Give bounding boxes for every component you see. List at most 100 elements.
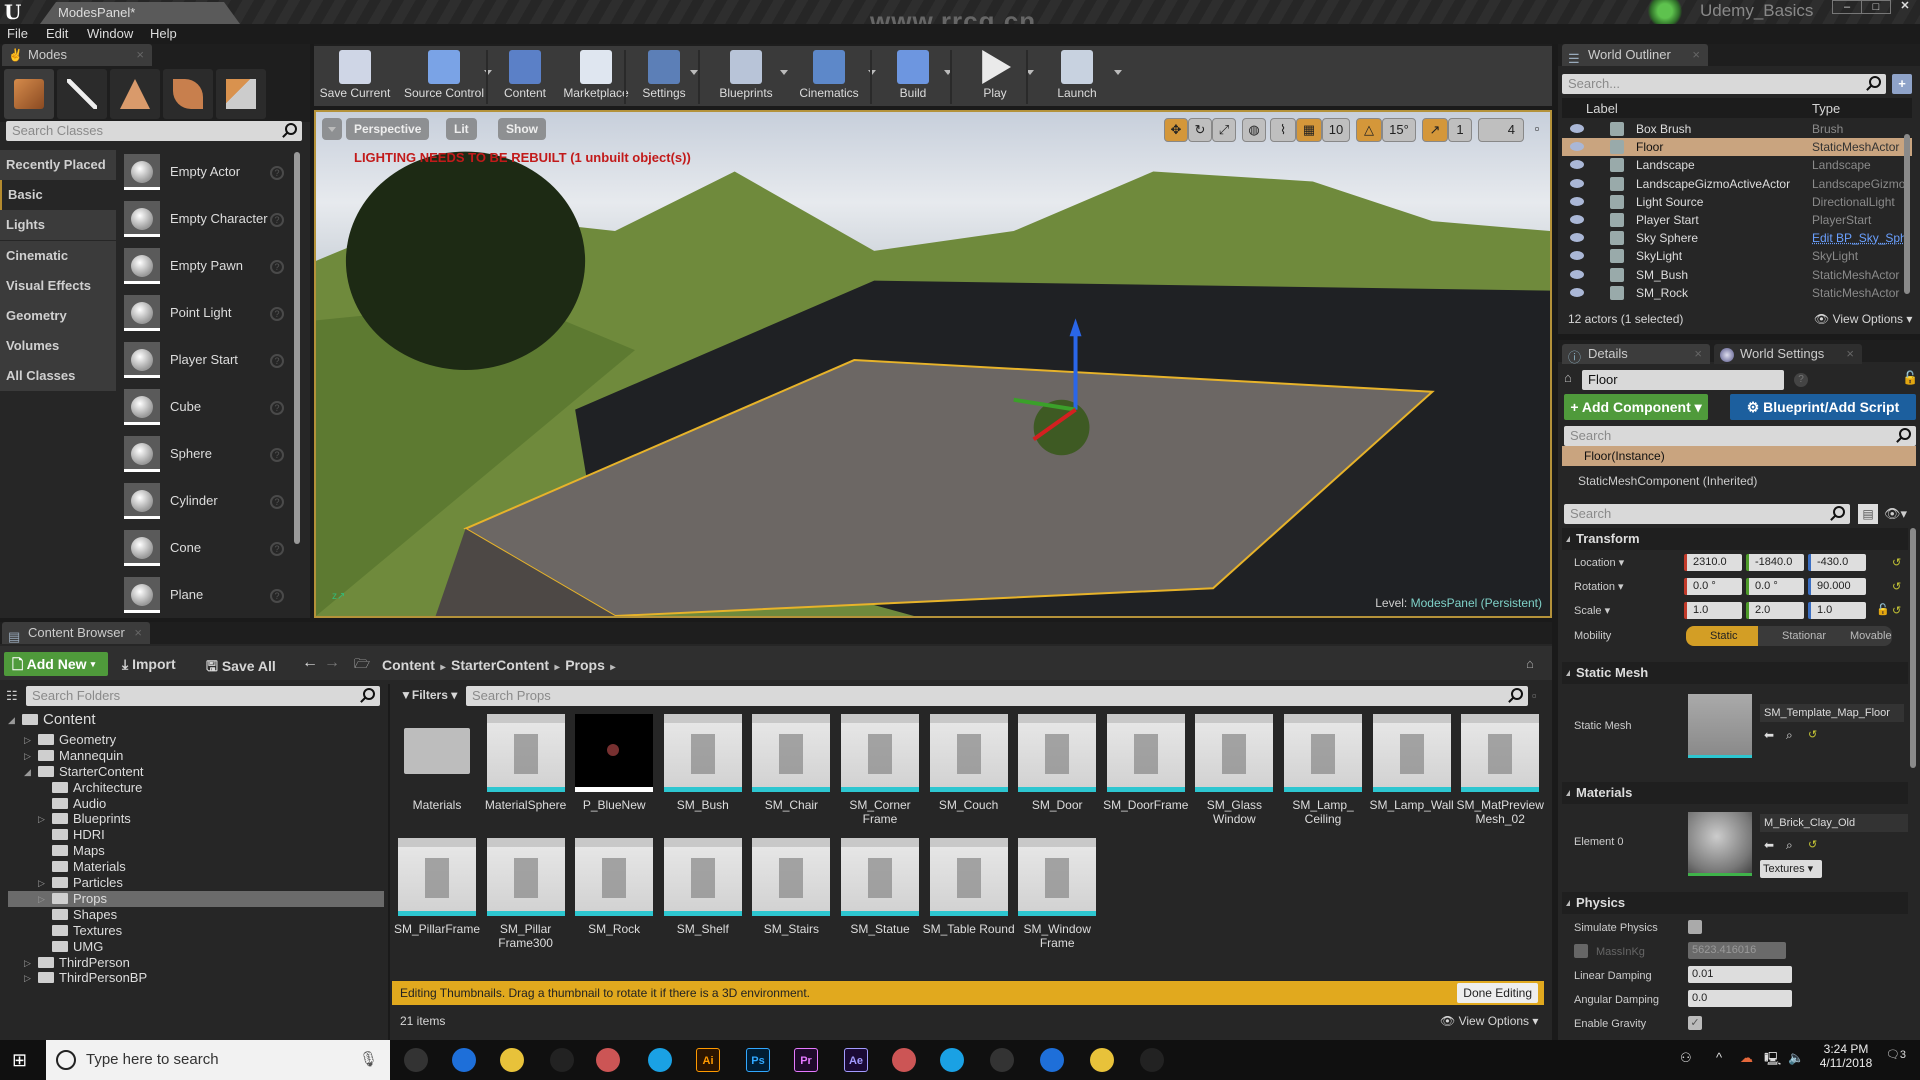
asset-tile[interactable]: SM_Bush	[663, 714, 742, 834]
collapsed-arrow-icon[interactable]: ▷	[24, 970, 31, 986]
visibility-eye-icon[interactable]	[1570, 160, 1584, 170]
breadcrumb-item[interactable]: StarterContent	[451, 657, 549, 673]
taskbar-app-task-view-icon[interactable]	[404, 1048, 428, 1072]
translate-mode-button[interactable]: ✥	[1164, 118, 1188, 142]
taskbar-app-app-icon[interactable]	[1040, 1048, 1064, 1072]
mode-category-item[interactable]: Lights	[0, 210, 116, 241]
action-center-icon[interactable]: 🗨3	[1884, 1048, 1908, 1070]
mode-category-item[interactable]: Recently Placed	[0, 150, 116, 180]
visibility-eye-icon[interactable]	[1570, 287, 1584, 297]
material-dropdown[interactable]: M_Brick_Clay_Old	[1760, 814, 1908, 832]
splitter[interactable]	[388, 684, 390, 1040]
create-folder-icon[interactable]: +	[1892, 74, 1912, 94]
taskbar-app-skype-icon[interactable]	[648, 1048, 672, 1072]
rotation-snap-toggle[interactable]: △	[1356, 118, 1382, 142]
taskbar-app-app-icon[interactable]	[596, 1048, 620, 1072]
maximize-viewport-icon[interactable]: ▫	[1530, 118, 1544, 142]
rotation-snap-value[interactable]: 15°	[1382, 118, 1416, 142]
taskbar-app-epic-icon[interactable]	[940, 1048, 964, 1072]
chevron-down-icon[interactable]	[1114, 70, 1122, 75]
scale-snap-toggle[interactable]: ↗	[1422, 118, 1448, 142]
asset-tile[interactable]: SM_Door	[1018, 714, 1097, 834]
details-search-input[interactable]: Search	[1564, 504, 1850, 524]
viewport-options-button[interactable]	[322, 118, 342, 140]
source-control-button[interactable]: Source Control	[402, 50, 486, 106]
windows-start-icon[interactable]: ⊞	[12, 1050, 27, 1071]
import-button[interactable]: ⤓ Import	[122, 656, 176, 673]
asset-tile[interactable]: SM_Table Round	[923, 838, 1015, 958]
back-arrow-icon[interactable]: ←	[302, 654, 318, 672]
folder-tree-item[interactable]: ▷ ThirdPerson	[24, 955, 130, 971]
use-selected-arrow-icon[interactable]: ⬅	[1764, 838, 1774, 852]
save-current-button[interactable]: Save Current	[318, 50, 392, 106]
build-button[interactable]: Build	[880, 50, 946, 106]
mode-category-item[interactable]: All Classes	[0, 361, 116, 392]
tab-world-outliner[interactable]: ☰ World Outliner ×	[1562, 44, 1708, 66]
network-icon[interactable]: 🖳	[1764, 1050, 1781, 1072]
asset-tile[interactable]: SM_Glass Window	[1195, 714, 1274, 834]
placeable-item[interactable]: Plane?	[124, 575, 294, 621]
outliner-row[interactable]: Box Brush Brush	[1562, 120, 1912, 138]
taskbar-app-edge-icon[interactable]	[452, 1048, 476, 1072]
taskbar-app-settings-icon[interactable]	[550, 1048, 574, 1072]
breadcrumb-separator-icon[interactable]: ▸	[435, 662, 451, 673]
taskbar-app-unreal-icon[interactable]	[1140, 1048, 1164, 1072]
maximize-button[interactable]: □	[1861, 0, 1891, 14]
scale-x-field[interactable]: 1.0	[1684, 602, 1742, 619]
simulate-physics-checkbox[interactable]	[1688, 920, 1702, 934]
collapsed-arrow-icon[interactable]: ▷	[38, 875, 45, 891]
asset-tile[interactable]: SM_PillarFrame	[394, 838, 480, 958]
reset-mesh-icon[interactable]: ↺	[1808, 728, 1817, 741]
collapsed-arrow-icon[interactable]: ▷	[24, 732, 31, 748]
placeable-item[interactable]: Empty Actor?	[124, 152, 294, 198]
breadcrumb-item[interactable]: Content	[382, 657, 435, 673]
microphone-icon[interactable]: 🎙	[359, 1040, 378, 1080]
close-tab-icon[interactable]: ×	[136, 44, 144, 66]
search-folders-input[interactable]: Search Folders	[26, 686, 380, 706]
placeable-item[interactable]: Empty Pawn?	[124, 246, 294, 292]
property-matrix-icon[interactable]: ▤	[1858, 504, 1878, 524]
reset-rotation-icon[interactable]: ↺	[1892, 580, 1901, 593]
folder-tree-item[interactable]: ▷ Particles	[38, 875, 123, 891]
static-mesh-section[interactable]: Static Mesh	[1562, 662, 1908, 684]
asset-tile[interactable]: SM_Shelf	[663, 838, 742, 958]
outliner-search-input[interactable]: Search...	[1562, 74, 1886, 94]
mode-category-item[interactable]: Visual Effects	[0, 270, 116, 301]
asset-tile[interactable]: SM_Pillar Frame300	[486, 838, 565, 958]
asset-tile[interactable]: SM_Chair	[752, 714, 831, 834]
save-search-icon[interactable]: ▫	[1532, 688, 1537, 703]
blueprints-button[interactable]: Blueprints	[710, 50, 782, 106]
rotation-label[interactable]: Rotation ▾	[1574, 580, 1624, 593]
taskbar-app-epic-icon[interactable]	[1090, 1048, 1114, 1072]
scale-snap-value[interactable]: 1	[1448, 118, 1472, 142]
folder-tree-item[interactable]: ◢ Content	[8, 712, 96, 728]
static-mesh-thumbnail[interactable]	[1688, 694, 1752, 758]
add-component-button[interactable]: + Add Component ▾	[1564, 394, 1708, 420]
paint-mode-button[interactable]	[57, 69, 107, 119]
world-local-toggle[interactable]: ◍	[1242, 118, 1266, 142]
help-icon[interactable]: ?	[270, 213, 284, 227]
landscape-mode-button[interactable]	[110, 69, 160, 119]
people-icon[interactable]: ⚇	[1680, 1050, 1692, 1066]
search-classes-input[interactable]: Search Classes	[6, 121, 302, 141]
mass-override-checkbox[interactable]	[1574, 944, 1588, 958]
taskbar-search-input[interactable]: Type here to search 🎙	[46, 1040, 390, 1080]
scale-label[interactable]: Scale ▾	[1574, 604, 1610, 617]
folder-tree-item[interactable]: ▷ ThirdPersonBP	[24, 970, 147, 986]
outliner-row[interactable]: SkyLight SkyLight	[1562, 247, 1912, 265]
place-mode-button[interactable]	[4, 69, 54, 119]
folder-tree-item[interactable]: ▷ Props	[8, 890, 384, 907]
scale-lock-icon[interactable]: 🔓	[1876, 603, 1890, 616]
placeable-item[interactable]: Point Light?	[124, 293, 294, 339]
taskbar-app-ai-icon[interactable]: Ai	[696, 1048, 720, 1072]
textures-dropdown[interactable]: Textures ▾	[1760, 860, 1822, 878]
breadcrumb-separator-icon[interactable]: ▸	[605, 662, 621, 673]
cinematics-button[interactable]: Cinematics	[788, 50, 870, 106]
mobility-stationary[interactable]: Stationary	[1758, 626, 1826, 646]
folder-tree-item[interactable]: Audio	[52, 796, 106, 812]
mode-category-item[interactable]: Geometry	[0, 301, 116, 331]
close-tab-icon[interactable]: ×	[134, 622, 142, 644]
show-button[interactable]: Show	[498, 118, 546, 140]
asset-tile[interactable]: SM_Lamp_Wall	[1369, 714, 1454, 834]
folder-tree-item[interactable]: ◢ StarterContent	[24, 764, 144, 780]
